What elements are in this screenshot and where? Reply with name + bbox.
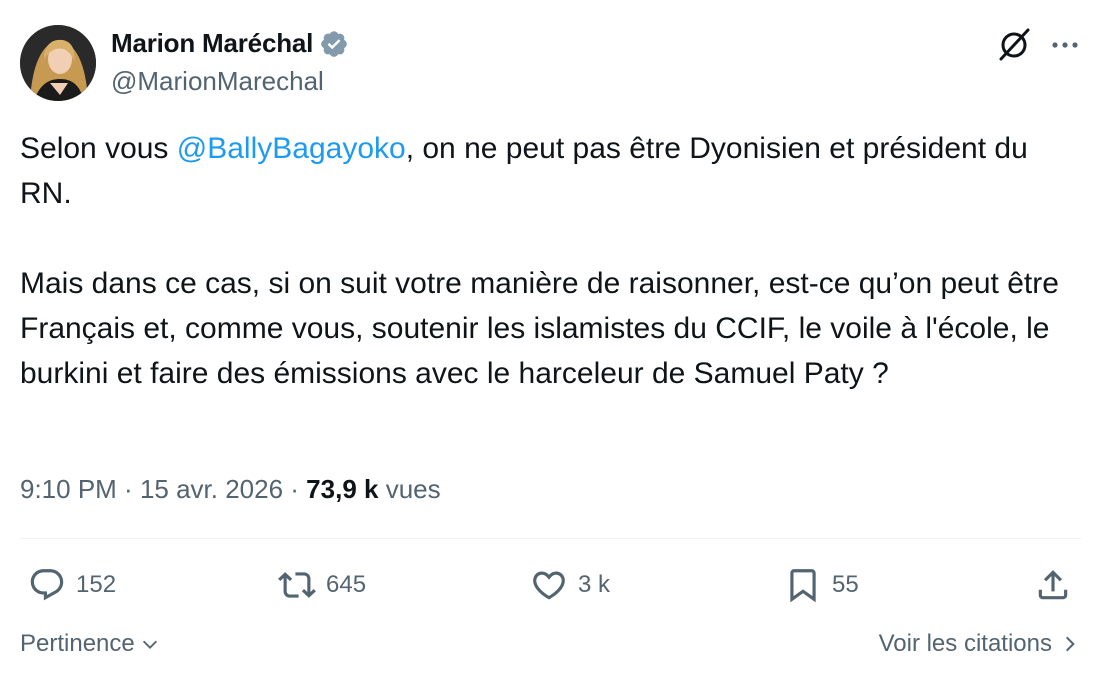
sort-label: Pertinence (20, 630, 135, 657)
reply-button[interactable]: 152 (28, 560, 116, 610)
chevron-down-icon (142, 640, 157, 649)
repost-icon (278, 572, 316, 598)
sort-dropdown[interactable]: Pertinence (20, 630, 161, 658)
views-label: vues (378, 474, 441, 504)
view-quotes-link[interactable]: Voir les citations (879, 630, 1080, 658)
views-count[interactable]: 73,9 k (306, 474, 378, 505)
repost-button[interactable]: 645 (278, 560, 366, 610)
repost-count: 645 (326, 571, 367, 598)
tweet-detail: Marion Maréchal @MarionMarechal Selon vo… (0, 0, 1101, 675)
bookmark-count: 55 (832, 571, 859, 598)
verified-badge-icon[interactable] (319, 29, 349, 59)
avatar[interactable] (20, 25, 96, 101)
action-bar: 152 645 3 k 55 (0, 560, 1101, 610)
tweet-time[interactable]: 9:10 PM (20, 474, 117, 505)
meta-separator: · (116, 474, 140, 504)
chevron-right-icon (1065, 636, 1075, 652)
mention-link[interactable]: @BallyBagayoko (177, 132, 406, 165)
meta-separator: · (283, 474, 307, 504)
author-handle[interactable]: @MarionMarechal (111, 66, 324, 97)
tweet-paragraph-2: Mais dans ce cas, si on suit votre maniè… (20, 267, 1059, 390)
tweet-text: Selon vous @BallyBagayoko, on ne peut pa… (20, 126, 1080, 396)
more-options-icon[interactable] (1048, 28, 1082, 62)
tweet-date[interactable]: 15 avr. 2026 (140, 474, 283, 505)
tweet-meta: 9:10 PM · 15 avr. 2026 · 73,9 k vues (20, 474, 441, 505)
quotes-label: Voir les citations (878, 630, 1052, 657)
heart-icon (533, 571, 565, 600)
like-count: 3 k (578, 571, 611, 598)
reply-icon (30, 569, 64, 601)
reply-count: 152 (76, 571, 117, 598)
divider (20, 538, 1081, 539)
bookmark-button[interactable]: 55 (784, 560, 859, 610)
grok-icon[interactable] (997, 26, 1033, 62)
avatar-photo-icon (20, 25, 96, 101)
bookmark-icon (790, 569, 816, 603)
share-button[interactable] (1034, 560, 1072, 610)
like-button[interactable]: 3 k (530, 560, 610, 610)
tweet-paragraph-1: Selon vous @BallyBagayoko, on ne peut pa… (20, 126, 1080, 216)
author-name-row: Marion Maréchal (111, 28, 349, 59)
share-icon (1038, 570, 1068, 600)
tweet-text-before-mention: Selon vous (20, 132, 177, 165)
author-display-name[interactable]: Marion Maréchal (111, 28, 313, 59)
replies-footer: Pertinence Voir les citations (20, 626, 1080, 666)
